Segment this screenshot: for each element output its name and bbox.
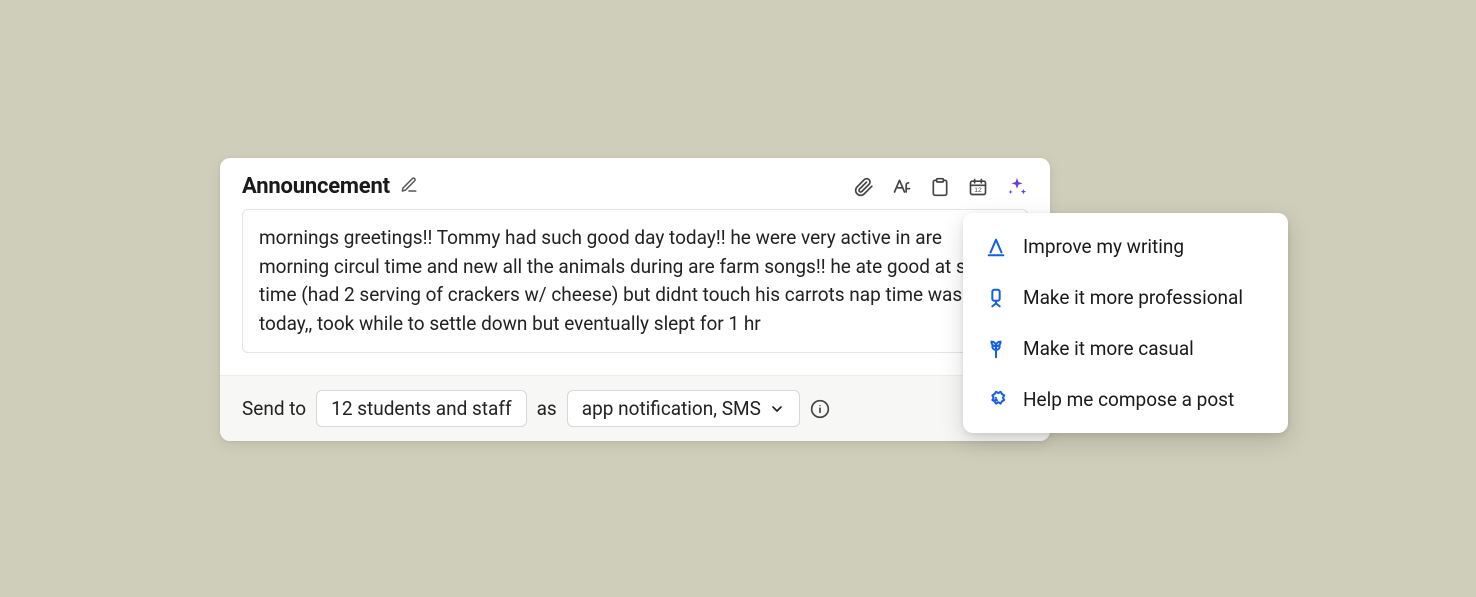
- send-to-label: Send to: [242, 397, 306, 420]
- menu-item-label: Improve my writing: [1023, 235, 1184, 258]
- card-title: Announcement: [242, 174, 390, 199]
- menu-item-more-casual[interactable]: Make it more casual: [963, 323, 1288, 374]
- title-wrap: Announcement: [242, 174, 418, 199]
- compose-icon: [985, 389, 1007, 411]
- recipients-text: 12 students and staff: [331, 397, 511, 420]
- clipboard-icon[interactable]: [930, 177, 950, 197]
- attachment-icon[interactable]: [854, 177, 874, 197]
- ai-menu: Improve my writing Make it more professi…: [963, 213, 1288, 433]
- improve-writing-icon: [985, 236, 1007, 258]
- menu-item-label: Make it more professional: [1023, 286, 1243, 309]
- chevron-down-icon: [769, 401, 785, 417]
- delivery-button[interactable]: app notification, SMS: [567, 390, 800, 427]
- ai-sparkle-icon[interactable]: [1006, 176, 1028, 198]
- text-format-icon[interactable]: [892, 177, 912, 197]
- recipients-button[interactable]: 12 students and staff: [316, 390, 526, 427]
- body-wrap: [220, 209, 1050, 375]
- calendar-icon[interactable]: 12: [968, 177, 988, 197]
- card-footer: Send to 12 students and staff as app not…: [220, 375, 1050, 441]
- menu-item-label: Help me compose a post: [1023, 388, 1234, 411]
- delivery-text: app notification, SMS: [582, 397, 761, 420]
- professional-icon: [985, 287, 1007, 309]
- card-header: Announcement 12: [220, 158, 1050, 209]
- menu-item-improve-writing[interactable]: Improve my writing: [963, 221, 1288, 272]
- svg-text:12: 12: [974, 187, 982, 194]
- menu-item-compose-post[interactable]: Help me compose a post: [963, 374, 1288, 425]
- menu-item-more-professional[interactable]: Make it more professional: [963, 272, 1288, 323]
- announcement-card: Announcement 12 Send to: [220, 158, 1050, 441]
- casual-icon: [985, 338, 1007, 360]
- edit-title-icon[interactable]: [400, 176, 418, 198]
- menu-item-label: Make it more casual: [1023, 337, 1194, 360]
- toolbar: 12: [854, 176, 1028, 198]
- as-label: as: [537, 397, 557, 420]
- announcement-textarea[interactable]: [242, 209, 1028, 353]
- info-icon[interactable]: [810, 399, 830, 419]
